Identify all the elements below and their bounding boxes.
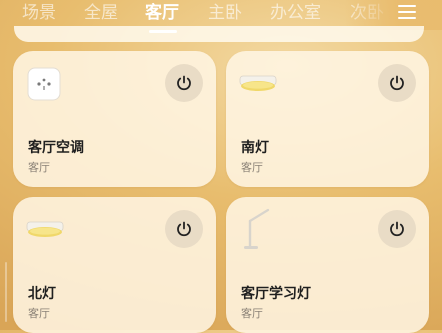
active-tab-indicator — [149, 30, 177, 33]
ceiling-light-icon — [238, 73, 278, 99]
device-name: 南灯 — [241, 140, 269, 156]
scroll-indicator[interactable] — [5, 262, 7, 322]
tab-whole-house[interactable]: 全屋 — [84, 2, 118, 24]
device-name: 客厅空调 — [28, 140, 84, 156]
menu-icon[interactable] — [398, 4, 416, 20]
power-button[interactable] — [165, 210, 203, 248]
power-icon — [177, 75, 191, 91]
ceiling-light-icon — [25, 219, 65, 245]
device-card-study-lamp[interactable]: 客厅学习灯 客厅 — [226, 197, 429, 333]
device-room: 客厅 — [241, 307, 263, 320]
power-icon — [177, 221, 191, 237]
desk-lamp-icon — [242, 207, 274, 255]
power-button[interactable] — [378, 64, 416, 102]
tab-living-room[interactable]: 客厅 — [145, 2, 179, 24]
header-card-edge — [14, 26, 424, 42]
device-card-south-light[interactable]: 南灯 客厅 — [226, 51, 429, 187]
power-icon — [390, 75, 404, 91]
power-button[interactable] — [165, 64, 203, 102]
device-name: 北灯 — [28, 286, 56, 302]
air-conditioner-plug-icon — [27, 67, 61, 105]
device-card-living-room-ac[interactable]: 客厅空调 客厅 — [13, 51, 216, 187]
tab-office[interactable]: 办公室 — [270, 2, 321, 24]
device-name: 客厅学习灯 — [241, 286, 311, 302]
device-room: 客厅 — [241, 161, 263, 174]
power-icon — [390, 221, 404, 237]
power-button[interactable] — [378, 210, 416, 248]
tab-scenes[interactable]: 场景 — [22, 2, 56, 24]
device-card-north-light[interactable]: 北灯 客厅 — [13, 197, 216, 333]
tab-master-bedroom[interactable]: 主卧 — [208, 2, 242, 24]
device-room: 客厅 — [28, 161, 50, 174]
device-room: 客厅 — [28, 307, 50, 320]
